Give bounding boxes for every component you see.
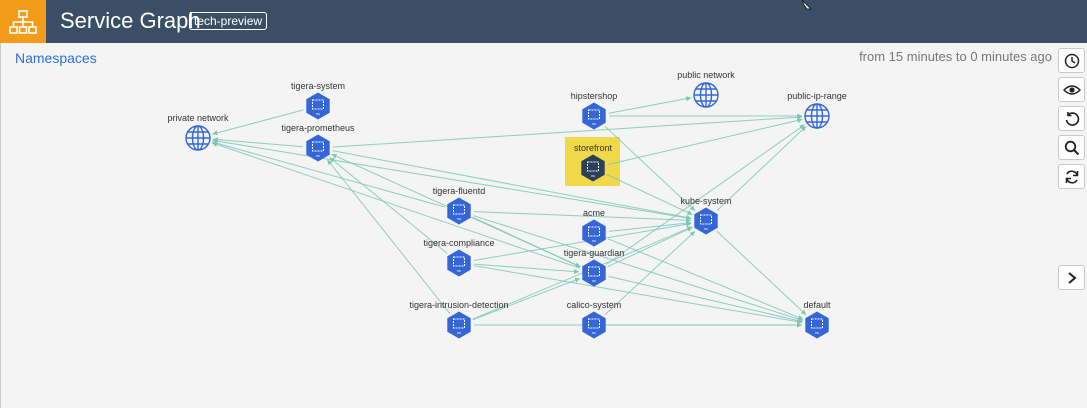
node-label: tigera-guardian — [564, 248, 625, 258]
edge-hipstershop-to-public-network[interactable] — [608, 96, 692, 114]
node-label: tigera-system — [291, 81, 345, 91]
node-label: tigera-intrusion-detection — [409, 300, 508, 310]
namespace-icon: ns — [582, 259, 606, 287]
namespace-icon: ns — [447, 249, 471, 277]
svg-text:ns: ns — [815, 331, 819, 335]
namespace-icon: ns — [582, 219, 606, 247]
edge-tigera-compliance-to-default[interactable] — [473, 265, 803, 325]
expand-side-panel-button[interactable] — [1058, 265, 1085, 290]
node-label: storefront — [574, 143, 613, 153]
node-label: kube-system — [680, 196, 731, 206]
globe-icon — [693, 82, 719, 108]
edge-tigera-guardian-to-default[interactable] — [608, 275, 803, 323]
node-label: private network — [167, 113, 229, 123]
history-button[interactable] — [1058, 48, 1085, 73]
node-label: tigera-fluentd — [433, 186, 486, 196]
node-calico-system[interactable]: ns calico-system — [567, 300, 622, 339]
node-label: tigera-prometheus — [281, 123, 355, 133]
service-graph[interactable]: ns tigera-system private network ns tigera-p… — [0, 0, 1087, 408]
edge-storefront-to-kube-system[interactable] — [606, 173, 693, 216]
node-public-ip-range[interactable]: public-ip-range — [787, 91, 847, 129]
edge-tigera-guardian-to-public-ip-range[interactable] — [605, 124, 806, 265]
node-label: public-ip-range — [787, 91, 847, 101]
globe-icon — [185, 125, 211, 151]
namespace-icon: ns — [582, 102, 606, 130]
search-button[interactable] — [1058, 135, 1085, 160]
node-hipstershop[interactable]: ns hipstershop — [571, 91, 618, 130]
namespace-icon: ns — [447, 197, 471, 225]
node-default[interactable]: ns default — [803, 300, 831, 339]
svg-text:ns: ns — [457, 269, 461, 273]
node-tigera-intrusion-detection[interactable]: ns tigera-intrusion-detection — [409, 300, 509, 339]
svg-text:ns: ns — [316, 154, 320, 158]
svg-text:ns: ns — [457, 217, 461, 221]
namespace-icon: ns — [306, 92, 330, 120]
undo-button[interactable] — [1058, 106, 1085, 131]
svg-text:ns: ns — [592, 122, 596, 126]
node-label: public network — [677, 70, 735, 80]
svg-text:ns: ns — [316, 112, 320, 116]
edge-tigera-prometheus-to-kube-system[interactable] — [332, 150, 692, 220]
chevron-right-icon — [1067, 271, 1077, 284]
namespace-icon: ns — [805, 311, 829, 339]
node-public-network[interactable]: public network — [677, 70, 735, 108]
svg-text:ns: ns — [457, 331, 461, 335]
globe-icon — [804, 103, 830, 129]
clock-icon — [1064, 53, 1079, 68]
edge-tigera-intrusion-detection-to-tigera-guardian[interactable] — [472, 277, 581, 321]
undo-icon — [1065, 111, 1079, 126]
refresh-icon — [1065, 169, 1078, 184]
node-label: acme — [583, 208, 605, 218]
node-label: default — [803, 300, 831, 310]
svg-text:ns: ns — [704, 227, 708, 231]
node-label: tigera-compliance — [423, 238, 494, 248]
svg-text:ns: ns — [592, 279, 596, 283]
namespace-icon: ns — [694, 207, 718, 235]
refresh-button[interactable] — [1058, 164, 1085, 189]
namespace-icon: ns — [306, 134, 330, 162]
nodes-layer: ns tigera-system private network ns tigera-p… — [167, 70, 847, 339]
node-tigera-system[interactable]: ns tigera-system — [291, 81, 345, 120]
node-tigera-fluentd[interactable]: ns tigera-fluentd — [433, 186, 486, 225]
search-icon — [1064, 140, 1079, 155]
edge-tigera-guardian-to-private-network[interactable] — [212, 142, 580, 269]
node-acme[interactable]: ns acme — [582, 208, 606, 247]
namespace-icon: ns — [582, 311, 606, 339]
node-label: calico-system — [567, 300, 622, 310]
namespace-icon: ns — [447, 311, 471, 339]
svg-text:ns: ns — [592, 239, 596, 243]
edge-tigera-intrusion-detection-to-tigera-prometheus[interactable] — [326, 159, 451, 314]
view-button[interactable] — [1058, 77, 1085, 102]
edge-acme-to-default[interactable] — [607, 238, 804, 320]
svg-text:ns: ns — [592, 331, 596, 335]
svg-text:ns: ns — [591, 174, 595, 178]
eye-icon — [1062, 84, 1081, 95]
node-tigera-compliance[interactable]: ns tigera-compliance — [423, 238, 495, 277]
node-label: hipstershop — [571, 91, 618, 101]
node-tigera-prometheus[interactable]: ns tigera-prometheus — [281, 123, 355, 162]
